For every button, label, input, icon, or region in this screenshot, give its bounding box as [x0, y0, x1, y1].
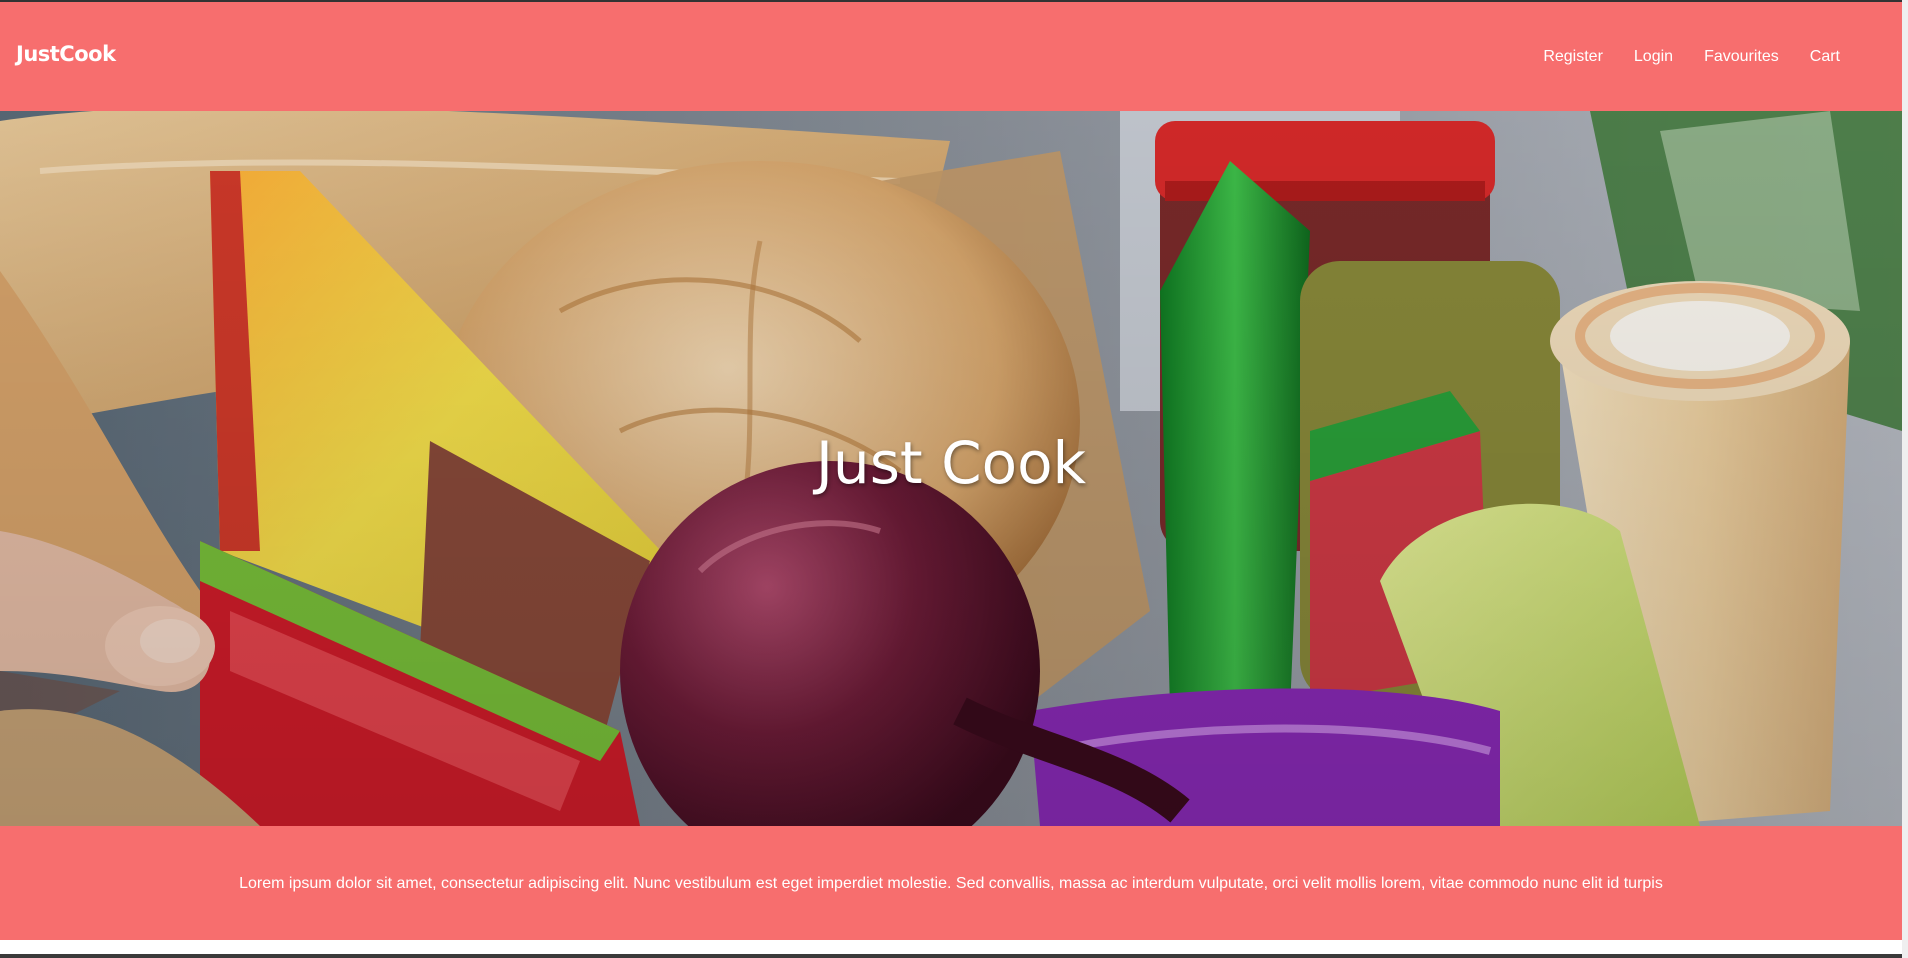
nav-link-favourites[interactable]: Favourites — [1704, 48, 1779, 66]
page: JustCook Register Login Favourites Cart — [0, 0, 1908, 958]
brand-logo-link[interactable]: JustCook — [16, 42, 116, 66]
window-bottom-edge — [0, 954, 1902, 958]
footer-description: Lorem ipsum dolor sit amet, consectetur … — [239, 875, 1663, 892]
navbar: JustCook Register Login Favourites Cart — [0, 2, 1908, 111]
nav-link-login[interactable]: Login — [1634, 48, 1673, 66]
nav-links: Register Login Favourites Cart — [1543, 48, 1840, 66]
hero-banner: Just Cook — [0, 111, 1902, 826]
hero-title: Just Cook — [815, 429, 1087, 497]
scrollbar-track[interactable] — [1902, 0, 1908, 958]
footer-band: Lorem ipsum dolor sit amet, consectetur … — [0, 826, 1902, 940]
nav-link-cart[interactable]: Cart — [1810, 48, 1840, 66]
nav-link-register[interactable]: Register — [1543, 48, 1603, 66]
